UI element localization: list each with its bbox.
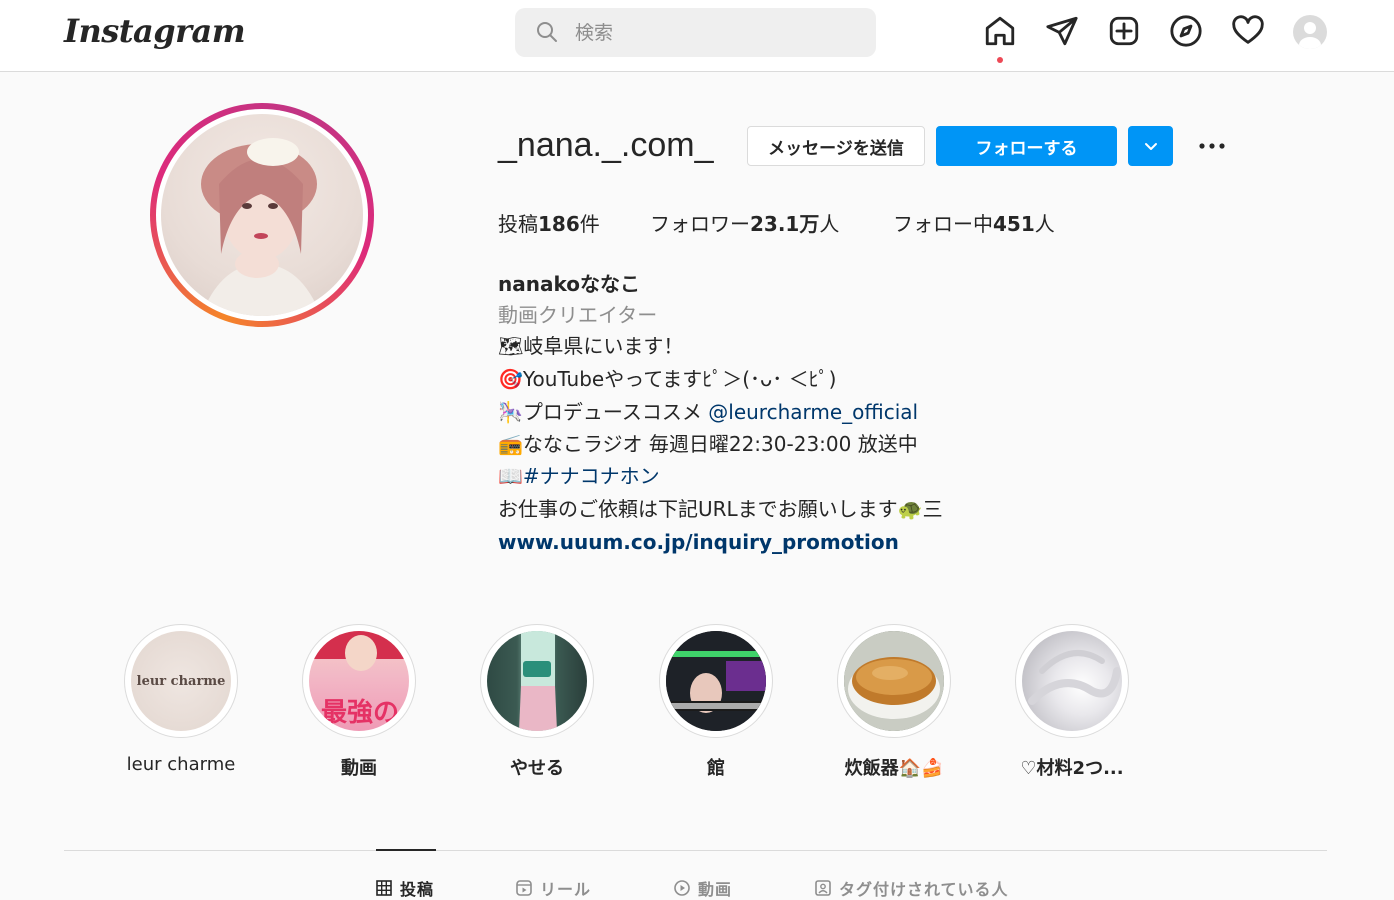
default-avatar-icon <box>1299 22 1321 49</box>
suggested-accounts-button[interactable] <box>1128 126 1173 166</box>
bio-website-link[interactable]: www.uuum.co.jp/inquiry_promotion <box>498 527 899 557</box>
bio-hashtag-link[interactable]: #ナナコナホン <box>523 464 660 488</box>
highlight-cover <box>487 631 587 731</box>
highlight-label: ♡材料2つ... <box>1020 758 1124 779</box>
story-highlight[interactable]: leur charme leur charme <box>123 624 239 775</box>
bio-full-name: nanakoななこ <box>498 272 640 296</box>
posts-count: 投稿186件 <box>498 212 600 236</box>
bio-line: 📻ななこラジオ 毎週日曜22:30-23:00 放送中 <box>498 432 918 456</box>
story-highlight[interactable]: やせる <box>479 624 595 780</box>
bio-line: 🎠プロデュースコスメ @leurcharme_official <box>498 400 919 424</box>
bio-category: 動画クリエイター <box>498 303 658 327</box>
bio-line: 🗺岐阜県にいます！ <box>498 334 684 358</box>
profile-username: _nana._.com_ <box>498 126 714 164</box>
tab-label: リール <box>540 880 592 899</box>
account-avatar[interactable] <box>1293 15 1327 49</box>
bio-mention-link[interactable]: @leurcharme_official <box>708 400 918 424</box>
search-input[interactable] <box>573 20 857 45</box>
chevron-down-icon <box>1144 143 1157 150</box>
profile-picture <box>161 114 363 316</box>
notification-dot <box>997 57 1003 63</box>
followers-count[interactable]: フォロワー23.1万人 <box>650 208 839 237</box>
tab-tagged[interactable]: タグ付けされている人 <box>815 876 1009 900</box>
top-navbar: Instagram <box>0 0 1394 72</box>
active-tab-indicator <box>376 849 436 851</box>
highlight-label: 館 <box>707 758 725 779</box>
tab-posts[interactable]: 投稿 <box>376 876 434 900</box>
search-box[interactable] <box>515 8 876 57</box>
highlight-label: やせる <box>510 758 564 779</box>
tabs-divider <box>64 850 1327 851</box>
instagram-logo[interactable]: Instagram <box>64 12 246 50</box>
home-icon[interactable] <box>983 14 1017 48</box>
bio-line: お仕事のご依頼は下記URLまでお願いします🐢三 <box>498 497 943 521</box>
send-message-button[interactable]: メッセージを送信 <box>747 126 925 166</box>
highlight-label: 動画 <box>341 758 377 779</box>
tagged-user-icon <box>815 880 831 896</box>
story-highlight[interactable]: 館 <box>658 624 774 780</box>
bio-line: 📖#ナナコナホン <box>498 464 660 488</box>
following-count[interactable]: フォロー中451人 <box>893 208 1055 237</box>
highlight-label: leur charme <box>126 754 236 775</box>
tab-label: 動画 <box>698 880 733 899</box>
tab-label: 投稿 <box>400 880 435 899</box>
heart-icon[interactable] <box>1231 14 1265 48</box>
bio-line: 🎯YouTubeやってますﾋﾟ＞(･ᴗ･ ＜ﾋﾟ) <box>498 367 837 391</box>
highlight-cover: leur charme <box>131 631 231 731</box>
more-options-icon[interactable] <box>1196 136 1228 156</box>
profile-picture-story-ring[interactable] <box>150 103 374 327</box>
follow-button[interactable]: フォローする <box>936 126 1117 166</box>
tab-videos[interactable]: 動画 <box>674 876 732 900</box>
explore-icon[interactable] <box>1169 14 1203 48</box>
highlight-cover <box>666 631 766 731</box>
highlight-cover: 最強の <box>309 631 409 731</box>
direct-message-icon[interactable] <box>1045 14 1079 48</box>
tab-reels[interactable]: リール <box>516 876 591 900</box>
reels-icon <box>516 880 532 896</box>
highlight-cover <box>1022 631 1122 731</box>
highlight-cover <box>844 631 944 731</box>
story-highlight[interactable]: ♡材料2つ... <box>1014 624 1130 780</box>
svg-text:最強の: 最強の <box>321 698 399 728</box>
highlight-label: 炊飯器🏠🍰 <box>844 758 944 779</box>
search-icon <box>537 22 557 42</box>
story-highlight[interactable]: 最強の 動画 <box>301 624 417 780</box>
new-post-icon[interactable] <box>1107 14 1141 48</box>
play-circle-icon <box>674 880 690 896</box>
grid-icon <box>376 880 392 896</box>
tab-label: タグ付けされている人 <box>839 880 1009 899</box>
story-highlight[interactable]: 炊飯器🏠🍰 <box>836 624 952 780</box>
